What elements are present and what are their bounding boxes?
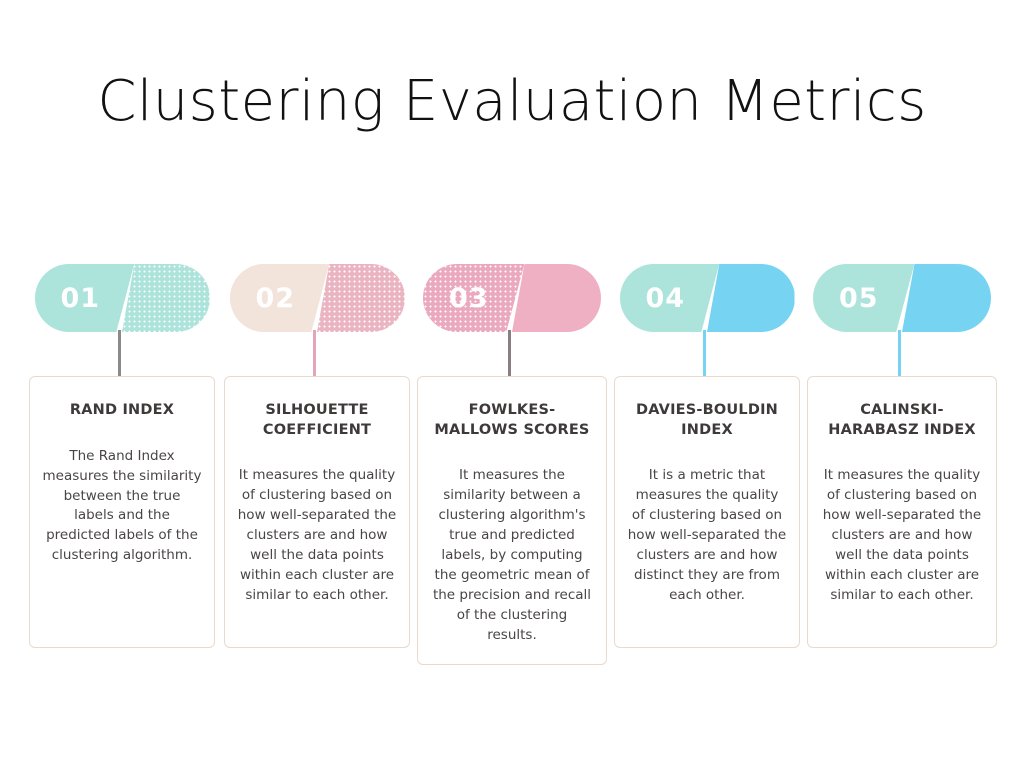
- badge-left-half: [813, 264, 915, 332]
- card-body: It measures the quality of clustering ba…: [237, 467, 397, 603]
- badge-left-half: [34, 264, 135, 332]
- step-item: 03 FOWLKES-MALLOWS SCORES It measures th…: [417, 264, 607, 665]
- step-badge-03[interactable]: 03: [423, 264, 601, 332]
- badge-right-half: [122, 264, 210, 332]
- badge-right-half: [902, 264, 991, 332]
- step-badge-05[interactable]: 05: [813, 264, 991, 332]
- step-card[interactable]: SILHOUETTE COEFFICIENT It measures the q…: [224, 376, 410, 648]
- step-card[interactable]: FOWLKES-MALLOWS SCORES It measures the s…: [417, 376, 607, 665]
- connector-line: [897, 330, 901, 378]
- connector-line: [312, 330, 316, 378]
- step-badge-04[interactable]: 04: [619, 264, 795, 332]
- step-badge-02[interactable]: 02: [229, 264, 405, 332]
- card-title: DAVIES-BOULDIN INDEX: [635, 402, 778, 438]
- badge-left-half: [423, 264, 525, 332]
- step-item: 04 DAVIES-BOULDIN INDEX It is a metric t…: [613, 264, 801, 648]
- connector-line: [702, 330, 706, 378]
- step-item: 02 SILHOUETTE COEFFICIENT It measures th…: [223, 264, 411, 648]
- step-card[interactable]: RAND INDEX The Rand Index measures the s…: [29, 376, 215, 648]
- card-body: The Rand Index measures the similarity b…: [42, 447, 202, 564]
- card-body: It measures the similarity between a clu…: [432, 467, 592, 643]
- badge-left-half: [229, 264, 330, 332]
- badge-right-half: [512, 264, 601, 332]
- card-body: It measures the quality of clustering ba…: [822, 467, 982, 603]
- card-body: It is a metric that measures the quality…: [627, 467, 787, 603]
- card-title: FOWLKES-MALLOWS SCORES: [434, 402, 590, 438]
- step-item: 01 RAND INDEX The Rand Index measures th…: [28, 264, 216, 648]
- page-title: Clustering Evaluation Metrics: [97, 69, 927, 134]
- step-card[interactable]: DAVIES-BOULDIN INDEX It is a metric that…: [614, 376, 800, 648]
- card-title: RAND INDEX: [69, 402, 175, 418]
- connector-line: [507, 330, 511, 378]
- steps-row: 01 RAND INDEX The Rand Index measures th…: [28, 264, 997, 665]
- card-title: SILHOUETTE COEFFICIENT: [262, 402, 372, 438]
- badge-right-half: [707, 264, 795, 332]
- connector-line: [117, 330, 121, 378]
- badge-right-half: [317, 264, 405, 332]
- step-badge-01[interactable]: 01: [34, 264, 210, 332]
- card-title: CALINSKI-HARABASZ INDEX: [828, 402, 976, 438]
- step-item: 05 CALINSKI-HARABASZ INDEX It measures t…: [807, 264, 997, 648]
- step-card[interactable]: CALINSKI-HARABASZ INDEX It measures the …: [807, 376, 997, 648]
- badge-left-half: [619, 264, 720, 332]
